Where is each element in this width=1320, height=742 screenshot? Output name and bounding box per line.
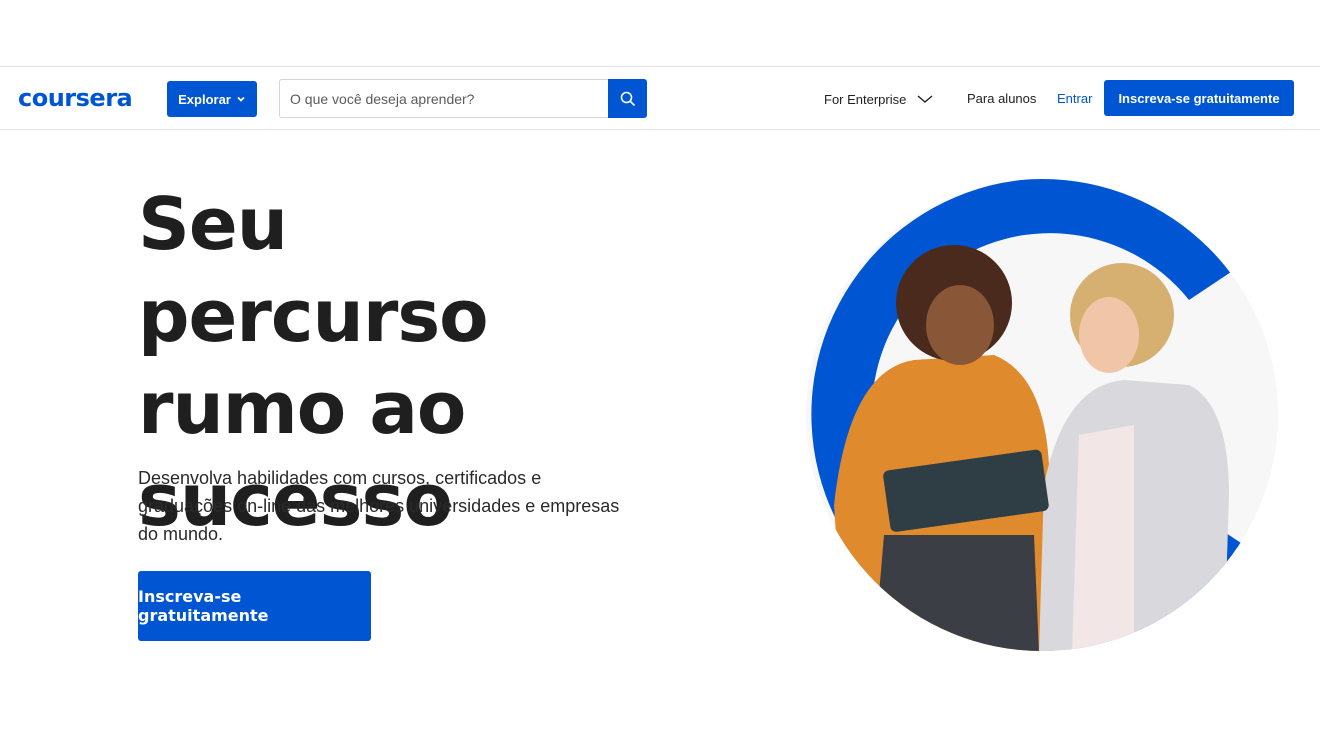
for-enterprise-label: For Enterprise [824,91,907,107]
hero-title-line: rumo ao [138,366,466,450]
explore-button[interactable]: Explorar [167,81,257,117]
hero-signup-button[interactable]: Inscreva-se gratuitamente [138,571,371,641]
for-students-link[interactable]: Para alunos [967,87,1036,111]
hero-title-line: Seu percurso [138,182,489,358]
search-input[interactable] [279,79,609,118]
coursera-logo[interactable]: coursera [18,83,133,113]
hero-image [806,179,1278,651]
hero-subtitle: Desenvolva habilidades com cursos, certi… [138,468,620,544]
header-signup-button[interactable]: Inscreva-se gratuitamente [1104,80,1294,116]
chevron-down-icon [237,96,245,102]
search-button[interactable] [608,79,647,118]
top-navigation-bar: coursera Explorar For Enterprise Para al… [0,66,1320,130]
for-enterprise-dropdown[interactable]: For Enterprise [824,87,934,111]
explore-button-label: Explorar [178,91,231,107]
login-link[interactable]: Entrar [1057,87,1092,111]
search-icon [620,91,635,106]
chevron-down-icon [917,95,933,103]
